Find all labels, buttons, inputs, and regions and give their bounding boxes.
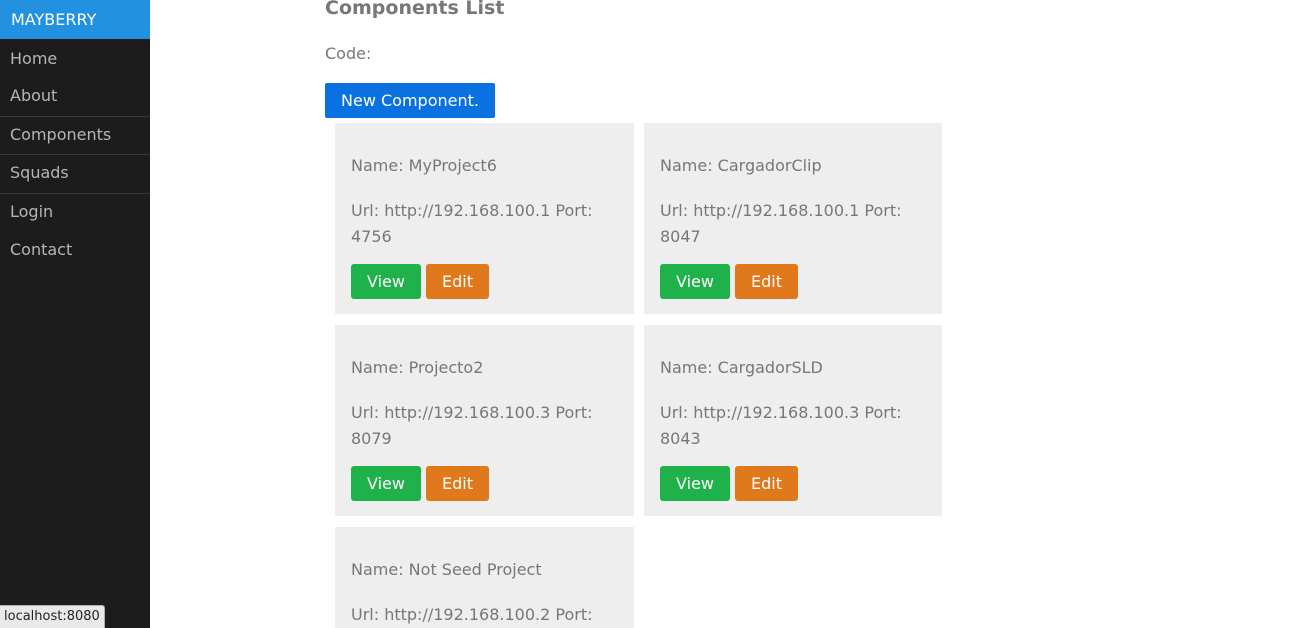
nav-item-squads[interactable]: Squads xyxy=(0,154,150,192)
sidebar: MAYBERRY Home About Components Squads Lo… xyxy=(0,0,150,628)
nav-item-about[interactable]: About xyxy=(0,77,150,115)
edit-button[interactable]: Edit xyxy=(426,264,489,299)
component-name: Name: Projecto2 xyxy=(351,358,484,377)
component-card: Name: CargadorClip Url: http://192.168.1… xyxy=(644,123,942,314)
view-button[interactable]: View xyxy=(351,264,421,299)
component-url: Url: http://192.168.100.3 Port: 8079 xyxy=(351,403,593,448)
component-name: Name: MyProject6 xyxy=(351,156,497,175)
nav-item-login[interactable]: Login xyxy=(0,193,150,231)
nav-item-components[interactable]: Components xyxy=(0,116,150,154)
edit-button[interactable]: Edit xyxy=(426,466,489,501)
nav-item-home[interactable]: Home xyxy=(0,40,150,78)
component-name: Name: CargadorClip xyxy=(660,156,822,175)
view-button[interactable]: View xyxy=(351,466,421,501)
page-title: Components List xyxy=(325,0,505,19)
component-url: Url: http://192.168.100.1 Port: 4756 xyxy=(351,201,593,246)
edit-button[interactable]: Edit xyxy=(735,264,798,299)
component-card: Name: Projecto2 Url: http://192.168.100.… xyxy=(335,325,634,516)
component-name: Name: Not Seed Project xyxy=(351,560,542,579)
component-url: Url: http://192.168.100.3 Port: 8043 xyxy=(660,403,902,448)
component-card: Name: CargadorSLD Url: http://192.168.10… xyxy=(644,325,942,516)
new-component-button[interactable]: New Component. xyxy=(325,83,495,118)
brand-logo[interactable]: MAYBERRY xyxy=(0,0,150,39)
nav-item-contact[interactable]: Contact xyxy=(0,231,150,269)
view-button[interactable]: View xyxy=(660,264,730,299)
browser-status-bar: localhost:8080 xyxy=(0,605,105,628)
edit-button[interactable]: Edit xyxy=(735,466,798,501)
component-url: Url: http://192.168.100.2 Port: xyxy=(351,605,593,624)
component-url: Url: http://192.168.100.1 Port: 8047 xyxy=(660,201,902,246)
code-label: Code: xyxy=(325,44,372,63)
component-card: Name: MyProject6 Url: http://192.168.100… xyxy=(335,123,634,314)
component-card: Name: Not Seed Project Url: http://192.1… xyxy=(335,527,634,628)
view-button[interactable]: View xyxy=(660,466,730,501)
component-name: Name: CargadorSLD xyxy=(660,358,823,377)
